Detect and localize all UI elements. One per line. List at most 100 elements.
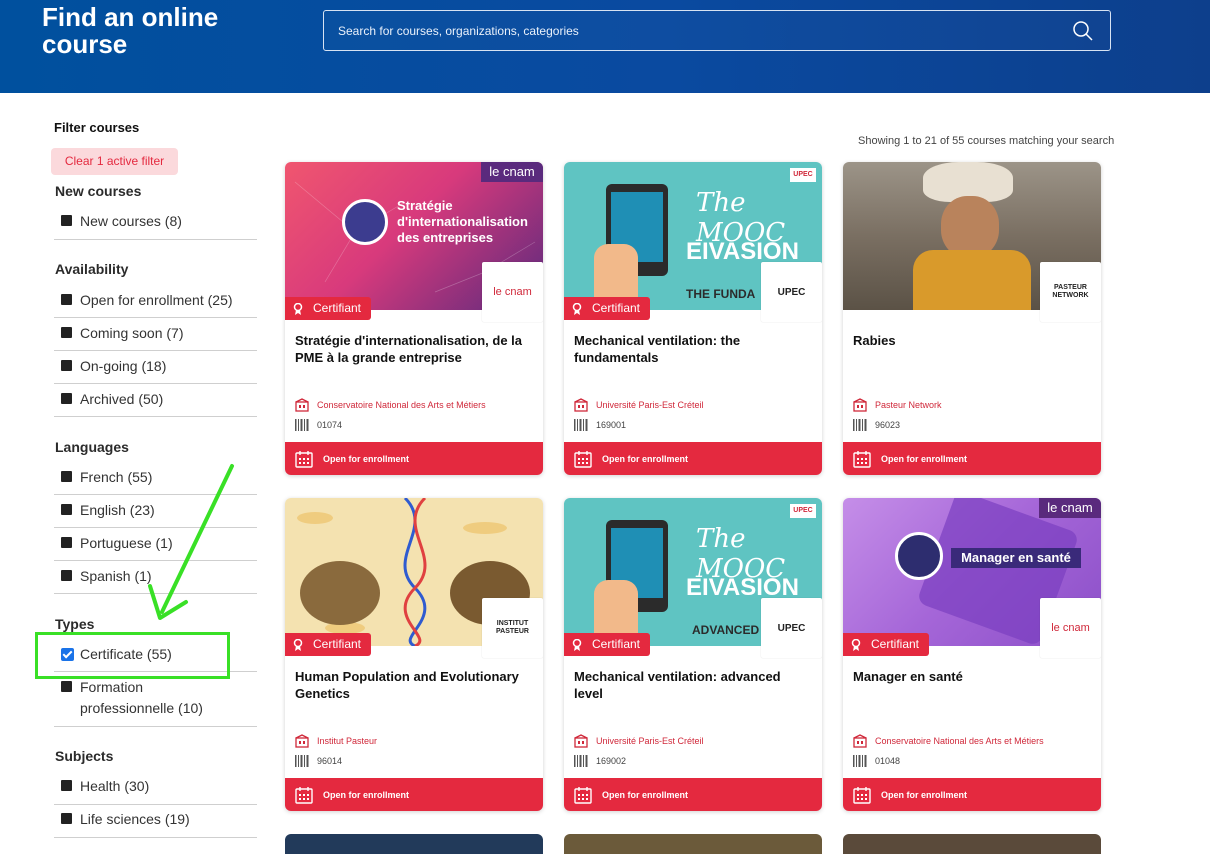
annotation-highlight-box (35, 632, 230, 679)
building-icon (295, 734, 309, 748)
award-icon (572, 638, 582, 651)
enrollment-status[interactable]: Open for enrollment (564, 778, 822, 811)
calendar-icon (295, 786, 313, 804)
certifiant-badge: Certifiant (564, 297, 651, 320)
calendar-icon (574, 450, 592, 468)
course-org[interactable]: Université Paris-Est Créteil (574, 734, 704, 748)
enrollment-status[interactable]: Open for enrollment (843, 778, 1101, 811)
checkbox[interactable] (61, 504, 72, 515)
upec-corner-logo: UPEC (790, 504, 816, 518)
org-logo: UPEC (761, 262, 822, 322)
building-icon (295, 398, 309, 412)
course-org[interactable]: Université Paris-Est Créteil (574, 398, 704, 412)
barcode-icon (574, 419, 588, 431)
separator (54, 804, 257, 805)
building-icon (853, 398, 867, 412)
checkbox[interactable] (61, 681, 72, 692)
course-title[interactable]: Stratégie d'internationalisation, de la … (295, 332, 533, 366)
certifiant-badge: Certifiant (843, 633, 930, 656)
course-card[interactable]: The MOOC EIVASION ADVANCED UPEC UPEC Cer… (564, 498, 822, 811)
org-logo: UPEC (761, 598, 822, 658)
course-card[interactable]: The MOOC EIVASION THE FUNDA UPEC UPEC Ce… (564, 162, 822, 475)
checkbox[interactable] (61, 393, 72, 404)
course-card[interactable]: Stratégie d'internationalisation des ent… (285, 162, 543, 475)
course-code: 01048 (853, 755, 900, 767)
separator (54, 317, 257, 318)
barcode-icon (295, 419, 309, 431)
cnam-corner-logo: le cnam (1039, 498, 1101, 518)
checkbox[interactable] (61, 537, 72, 548)
course-code: 169002 (574, 755, 626, 767)
course-title[interactable]: Human Population and Evolutionary Geneti… (295, 668, 533, 702)
course-org[interactable]: Institut Pasteur (295, 734, 377, 748)
course-card-partial[interactable] (285, 834, 543, 854)
building-icon (574, 734, 588, 748)
separator (54, 416, 257, 417)
checkbox[interactable] (61, 360, 72, 371)
enrollment-status[interactable]: Open for enrollment (843, 442, 1101, 475)
group-title-availability: Availability (55, 261, 129, 277)
filter-title: Filter courses (54, 120, 140, 135)
course-title[interactable]: Mechanical ventilation: the fundamentals (574, 332, 812, 366)
course-code: 96023 (853, 419, 900, 431)
calendar-icon (853, 450, 871, 468)
separator (54, 350, 257, 351)
certifiant-badge: Certifiant (285, 297, 372, 320)
course-org[interactable]: Pasteur Network (853, 398, 942, 412)
course-title[interactable]: Mechanical ventilation: advanced level (574, 668, 812, 702)
checkbox[interactable] (61, 471, 72, 482)
course-card-partial[interactable] (843, 834, 1101, 854)
certifiant-badge: Certifiant (564, 633, 651, 656)
checkbox[interactable] (61, 327, 72, 338)
certifiant-badge: Certifiant (285, 633, 372, 656)
award-icon (293, 302, 303, 315)
hand-illustration (594, 244, 638, 304)
course-code: 01074 (295, 419, 342, 431)
clear-filter-button[interactable]: Clear 1 active filter (51, 148, 178, 175)
checkbox[interactable] (61, 570, 72, 581)
course-card[interactable]: INSTITUT PASTEUR Certifiant Human Popula… (285, 498, 543, 811)
separator (54, 726, 257, 727)
building-icon (853, 734, 867, 748)
speaker-avatar (342, 199, 388, 245)
search-input[interactable] (324, 11, 1064, 50)
course-card-partial[interactable] (564, 834, 822, 854)
course-title[interactable]: Manager en santé (853, 668, 1091, 685)
org-logo: le cnam (482, 262, 543, 322)
calendar-icon (853, 786, 871, 804)
course-code: 169001 (574, 419, 626, 431)
org-logo: PASTEUR NETWORK (1040, 262, 1101, 322)
course-card[interactable]: Manager en santé le cnam le cnam Certifi… (843, 498, 1101, 811)
enrollment-status[interactable]: Open for enrollment (285, 778, 543, 811)
building-icon (574, 398, 588, 412)
search-icon[interactable] (1072, 20, 1094, 42)
hand-illustration (594, 580, 638, 640)
award-icon (851, 638, 861, 651)
search-box[interactable] (323, 10, 1111, 51)
enrollment-status[interactable]: Open for enrollment (564, 442, 822, 475)
group-title-languages: Languages (55, 439, 129, 455)
course-code: 96014 (295, 755, 342, 767)
upec-corner-logo: UPEC (790, 168, 816, 182)
checkbox[interactable] (61, 294, 72, 305)
checkbox[interactable] (61, 215, 72, 226)
child-face-illustration (941, 196, 999, 258)
award-icon (293, 638, 303, 651)
group-title-new-courses: New courses (55, 183, 142, 199)
calendar-icon (295, 450, 313, 468)
barcode-icon (853, 755, 867, 767)
course-title[interactable]: Rabies (853, 332, 1091, 349)
annotation-arrow-icon (148, 464, 234, 620)
course-org[interactable]: Conservatoire National des Arts et Métie… (295, 398, 486, 412)
course-org[interactable]: Conservatoire National des Arts et Métie… (853, 734, 1044, 748)
enrollment-status[interactable]: Open for enrollment (285, 442, 543, 475)
separator (54, 383, 257, 384)
cnam-corner-logo: le cnam (481, 162, 543, 182)
group-title-types: Types (55, 616, 95, 632)
course-card[interactable]: PASTEUR NETWORK Rabies Pasteur Network 9… (843, 162, 1101, 475)
checkbox[interactable] (61, 780, 72, 791)
page-header: Find an online course (0, 0, 1210, 93)
barcode-icon (295, 755, 309, 767)
umbrella-icon (895, 532, 943, 580)
checkbox[interactable] (61, 813, 72, 824)
